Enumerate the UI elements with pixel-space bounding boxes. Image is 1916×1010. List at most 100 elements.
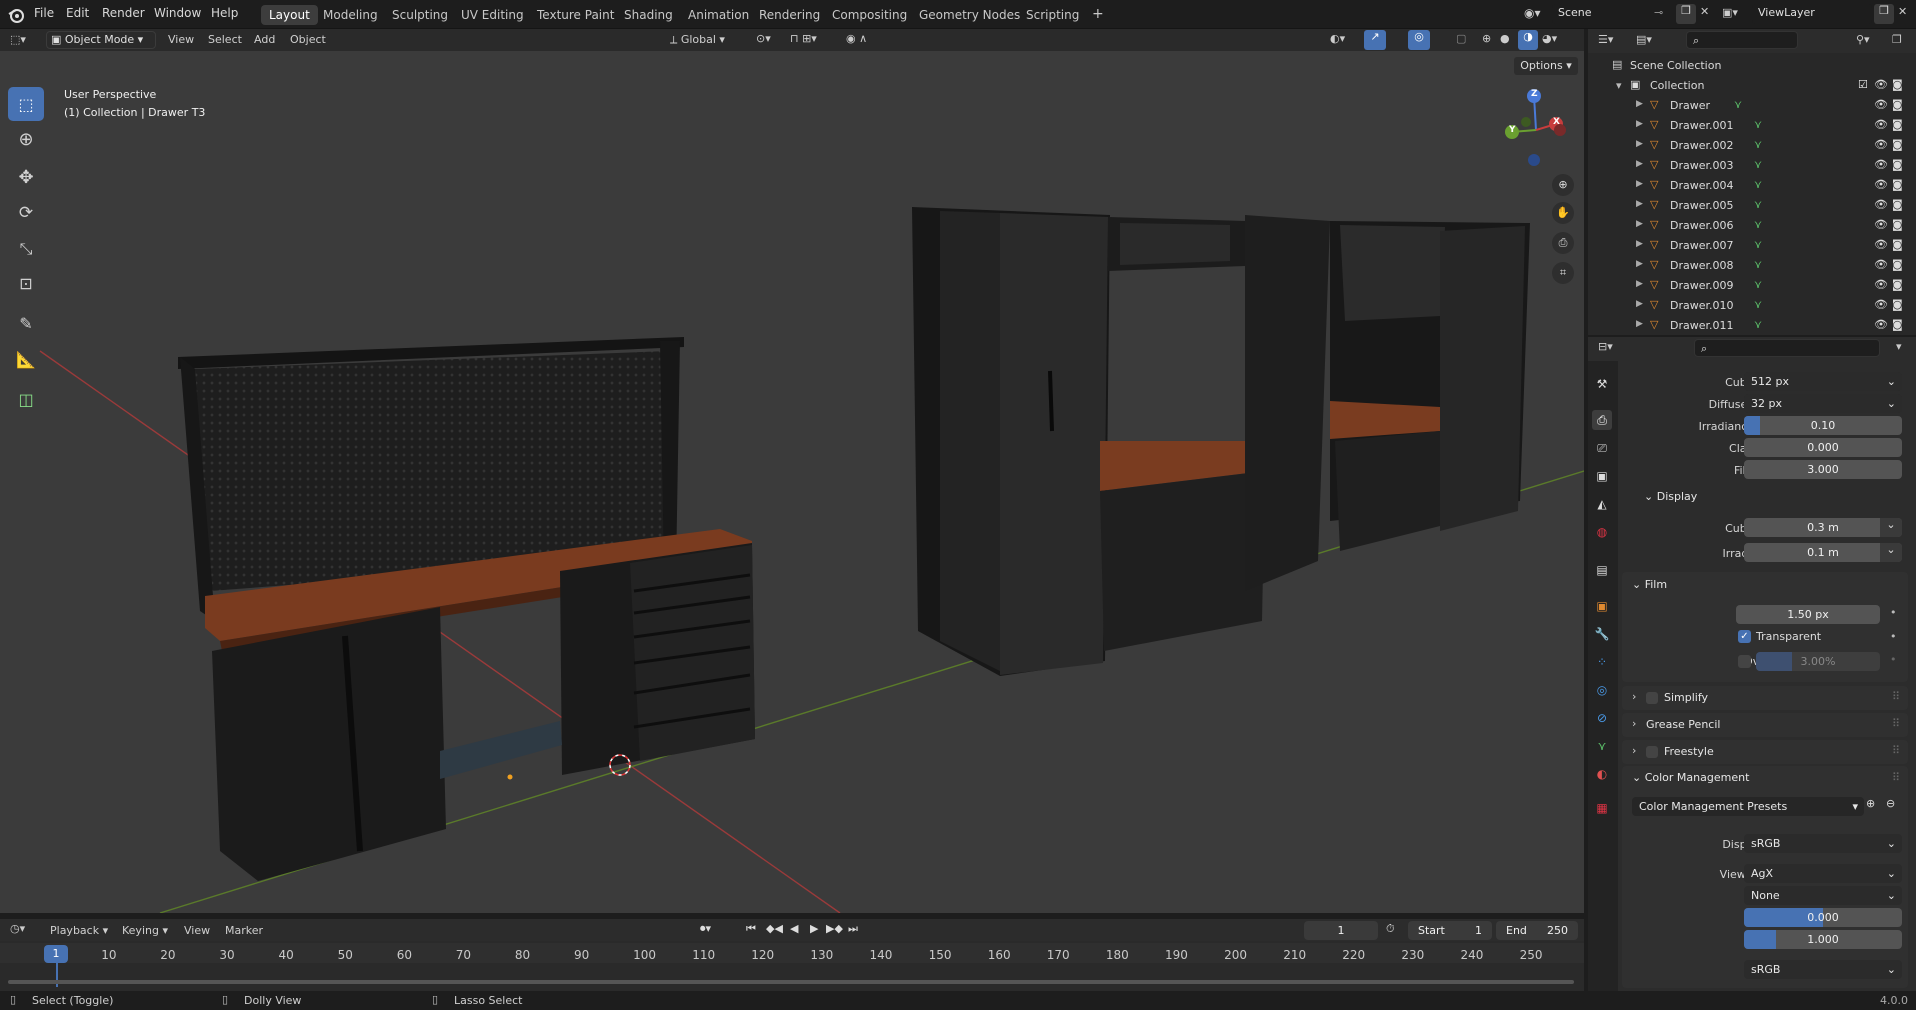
camera-render-icon[interactable]: ◙ — [1892, 178, 1903, 191]
outliner-search-input[interactable]: ⌕ — [1686, 31, 1798, 49]
grid-view-icon[interactable]: ⌗ — [1552, 262, 1574, 284]
expand-arrow-icon[interactable]: ▶ — [1636, 199, 1643, 209]
expand-arrow-icon[interactable]: ▶ — [1636, 99, 1643, 109]
outliner-item[interactable]: ▶ ▽ Drawer.009 ⋎ 👁 ◙ — [1600, 276, 1916, 296]
overlay-toggle-icon[interactable]: ◎ — [1408, 30, 1430, 50]
new-scene-icon[interactable]: ❐ — [1676, 4, 1696, 24]
expand-arrow-icon[interactable]: ▶ — [1636, 279, 1643, 289]
hand-pan-icon[interactable]: ✋ — [1552, 202, 1574, 224]
eye-icon[interactable]: 👁 — [1874, 238, 1888, 251]
shading-wireframe-icon[interactable]: ⊕ — [1482, 32, 1491, 45]
move-tool[interactable]: ✥ — [8, 160, 44, 194]
camera-render-icon[interactable]: ◙ — [1892, 78, 1903, 91]
keyframe-dot-icon[interactable]: • — [1890, 653, 1897, 666]
tab-uv-editing[interactable]: UV Editing — [453, 5, 532, 25]
panel-checkbox[interactable] — [1646, 746, 1658, 758]
color-management-presets-dropdown[interactable]: Color Management Presets ▾ — [1632, 797, 1864, 816]
camera-render-icon[interactable]: ◙ — [1892, 198, 1903, 211]
eye-icon[interactable]: 👁 — [1874, 118, 1888, 131]
menu-playback[interactable]: Playback ▾ — [50, 924, 108, 937]
outliner-item[interactable]: ▶ ▽ Drawer.008 ⋎ 👁 ◙ — [1600, 256, 1916, 276]
menu-file[interactable]: File — [34, 6, 54, 20]
menu-help[interactable]: Help — [211, 6, 238, 20]
zoom-icon[interactable]: ⊕ — [1552, 174, 1574, 196]
data-tab-icon[interactable]: ⋎ — [1592, 736, 1612, 756]
cursor-tool[interactable]: ⊕ — [8, 122, 44, 156]
shading-solid-icon[interactable]: ● — [1500, 32, 1510, 45]
next-keyframe-icon[interactable]: ▶◆ — [826, 922, 843, 935]
panel-checkbox[interactable] — [1646, 692, 1658, 704]
menu-object[interactable]: Object — [290, 33, 326, 46]
properties-search-input[interactable]: ⌕ — [1694, 339, 1880, 357]
tab-modeling[interactable]: Modeling — [315, 5, 386, 25]
menu-render[interactable]: Render — [102, 6, 145, 20]
eye-icon[interactable]: 👁 — [1874, 198, 1888, 211]
timeline-editor-icon[interactable]: ◷▾ — [10, 922, 25, 935]
play-icon[interactable]: ▶ — [810, 922, 818, 935]
xray-icon[interactable]: ▢ — [1456, 32, 1466, 45]
outliner-item[interactable]: ▶ ▽ Drawer.006 ⋎ 👁 ◙ — [1600, 216, 1916, 236]
camera-render-icon[interactable]: ◙ — [1892, 298, 1903, 311]
camera-render-icon[interactable]: ◙ — [1892, 258, 1903, 271]
camera-render-icon[interactable]: ◙ — [1892, 218, 1903, 231]
snap-icon[interactable]: ⊓ ⊞▾ — [790, 32, 817, 45]
scene-tab-icon[interactable]: ◭ — [1592, 494, 1612, 514]
menu-view[interactable]: View — [168, 33, 194, 46]
irradiance-dropdown-icon[interactable]: ⌄ — [1880, 543, 1902, 562]
pin-icon[interactable]: ⊸ — [1654, 6, 1663, 19]
display-device-dropdown[interactable]: sRGB ⌄ — [1744, 834, 1902, 853]
visibility-icon[interactable]: ◐▾ — [1330, 32, 1345, 45]
close-viewlayer-icon[interactable]: ✕ — [1898, 5, 1907, 18]
outliner-item[interactable]: ▶ ▽ Drawer.011 ⋎ 👁 ◙ — [1600, 316, 1916, 336]
prev-keyframe-icon[interactable]: ◆◀ — [766, 922, 783, 935]
camera-render-icon[interactable]: ◙ — [1892, 118, 1903, 131]
eye-icon[interactable]: 👁 — [1874, 258, 1888, 271]
add-cube-tool[interactable]: ◫ — [8, 382, 44, 416]
tab-texture-paint[interactable]: Texture Paint — [529, 5, 622, 25]
panel-grease-pencil[interactable]: › Grease Pencil ⠿ — [1622, 713, 1908, 737]
shading-material-icon[interactable]: ◑ — [1518, 30, 1538, 50]
eye-icon[interactable]: 👁 — [1874, 138, 1888, 151]
outliner-item[interactable]: ▶ ▽ Drawer.007 ⋎ 👁 ◙ — [1600, 236, 1916, 256]
outliner-item[interactable]: ▶ ▽ Drawer ⋎ 👁 ◙ — [1600, 96, 1916, 116]
tab-compositing[interactable]: Compositing — [824, 5, 915, 25]
shading-rendered-icon[interactable]: ◕▾ — [1542, 32, 1557, 45]
menu-marker[interactable]: Marker — [225, 924, 263, 937]
drag-handle-icon[interactable]: ⠿ — [1892, 771, 1900, 784]
properties-editor-icon[interactable]: ⊟▾ — [1598, 340, 1613, 353]
filter-size-field[interactable]: 1.50 px — [1736, 605, 1880, 624]
tab-layout[interactable]: Layout — [261, 5, 318, 25]
eye-icon[interactable]: 👁 — [1874, 158, 1888, 171]
keyframe-dot-icon[interactable]: • — [1890, 630, 1897, 643]
record-icon[interactable]: ⏺▾ — [700, 922, 711, 936]
expand-arrow-icon[interactable]: ▶ — [1636, 239, 1643, 249]
overscan-checkbox[interactable] — [1738, 655, 1751, 668]
expand-arrow-icon[interactable]: ▶ — [1636, 219, 1643, 229]
drag-handle-icon[interactable]: ⠿ — [1892, 690, 1900, 703]
menu-add[interactable]: Add — [254, 33, 275, 46]
pivot-icon[interactable]: ⊙▾ — [756, 32, 771, 45]
eye-icon[interactable]: 👁 — [1874, 298, 1888, 311]
transparent-checkbox[interactable]: ✓ — [1738, 630, 1751, 643]
render-tab-icon[interactable]: ⎙ — [1592, 410, 1612, 430]
expand-arrow-icon[interactable]: ▶ — [1636, 299, 1643, 309]
display-mode-icon[interactable]: ▤▾ — [1636, 33, 1652, 46]
tool-tab-icon[interactable]: ⚒ — [1592, 374, 1612, 394]
rotate-tool[interactable]: ⟳ — [8, 196, 44, 230]
keyframe-dot-icon[interactable]: • — [1890, 606, 1897, 619]
panel-freestyle[interactable]: › Freestyle ⠿ — [1622, 740, 1908, 764]
output-tab-icon[interactable]: ⎚ — [1592, 438, 1612, 458]
sequencer-dropdown[interactable]: sRGB ⌄ — [1744, 960, 1902, 979]
physics-tab-icon[interactable]: ◎ — [1592, 680, 1612, 700]
scale-tool[interactable]: ⤡ — [8, 232, 44, 266]
gamma-slider[interactable]: 1.000 — [1744, 930, 1902, 949]
look-dropdown[interactable]: None ⌄ — [1744, 886, 1902, 905]
property-field[interactable]: 512 px ⌄ — [1744, 372, 1902, 391]
expand-arrow-icon[interactable]: ▶ — [1636, 139, 1643, 149]
end-frame-field[interactable]: End 250 — [1496, 921, 1578, 940]
display-cubemap-field[interactable]: 0.3 m — [1744, 518, 1902, 537]
start-frame-field[interactable]: Start 1 — [1408, 921, 1492, 940]
expand-arrow-icon[interactable]: ▶ — [1636, 319, 1643, 329]
camera-render-icon[interactable]: ◙ — [1892, 278, 1903, 291]
outliner-item[interactable]: ▶ ▽ Drawer.002 ⋎ 👁 ◙ — [1600, 136, 1916, 156]
